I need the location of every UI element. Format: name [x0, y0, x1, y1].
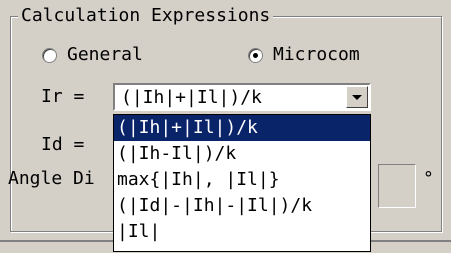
group-title: Calculation Expressions: [18, 5, 274, 27]
ir-expression-dropdown-list[interactable]: (|Ih|+|Il|)/k (|Ih-Il|)/k max{|Ih|, |Il|…: [113, 114, 371, 252]
radio-microcom[interactable]: Microcom: [248, 45, 360, 65]
ir-expression-value: (|Ih|+|Il|)/k: [121, 87, 262, 108]
angle-label: Angle Di: [8, 168, 95, 189]
chevron-down-icon: [352, 94, 362, 100]
angle-input[interactable]: [378, 164, 416, 208]
combo-dropdown-button[interactable]: [346, 86, 368, 108]
radio-general-label[interactable]: General: [67, 45, 143, 65]
dropdown-option[interactable]: |Il|: [114, 219, 370, 245]
dropdown-option[interactable]: max{|Ih|, |Il|}: [114, 167, 370, 193]
id-label: Id =: [41, 134, 85, 155]
ir-expression-combobox[interactable]: (|Ih|+|Il|)/k: [113, 83, 371, 111]
radio-microcom-indicator[interactable]: [248, 47, 263, 63]
dropdown-option[interactable]: (|Ih-Il|)/k: [114, 141, 370, 167]
ir-label: Ir =: [41, 86, 85, 107]
radio-general[interactable]: General: [42, 45, 143, 65]
dropdown-option[interactable]: (|Id|-|Ih|-|Il|)/k: [114, 193, 370, 219]
degree-unit: °: [423, 168, 434, 189]
dropdown-option[interactable]: (|Ih|+|Il|)/k: [114, 115, 370, 141]
radio-general-indicator[interactable]: [42, 47, 57, 63]
radio-microcom-label[interactable]: Microcom: [273, 45, 360, 65]
